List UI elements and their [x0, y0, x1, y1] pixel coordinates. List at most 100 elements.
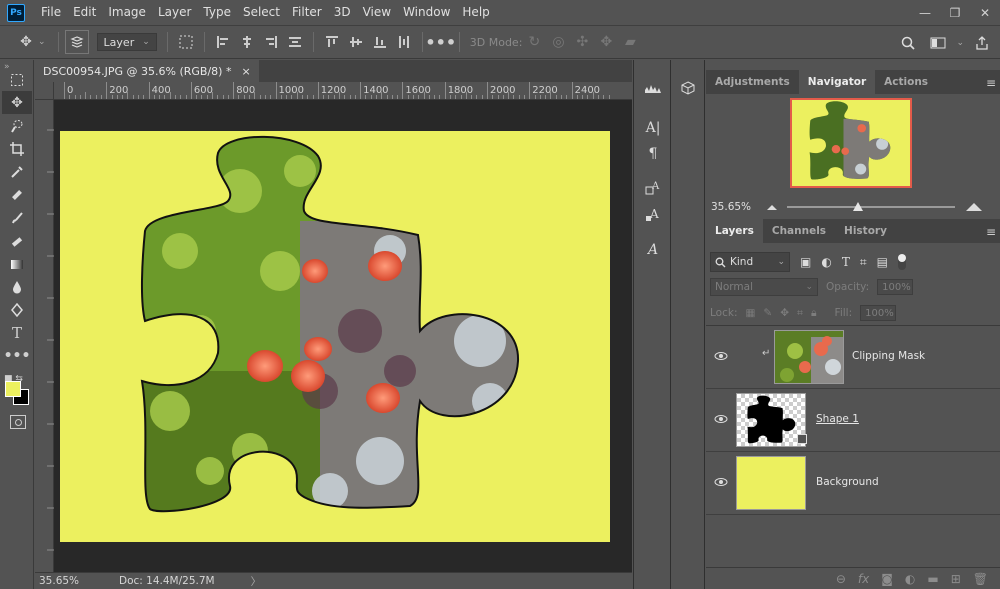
type-tool-icon[interactable]: T: [2, 321, 32, 344]
filter-shape-icon[interactable]: ⌗: [860, 255, 867, 270]
trash-icon[interactable]: 🗑︎: [973, 572, 988, 586]
menu-edit[interactable]: Edit: [67, 0, 102, 25]
search-icon[interactable]: [896, 31, 920, 55]
menu-help[interactable]: Help: [456, 0, 495, 25]
character-icon[interactable]: A|: [639, 118, 667, 138]
tab-actions[interactable]: Actions: [875, 70, 937, 94]
menu-window[interactable]: Window: [397, 0, 456, 25]
opacity-input[interactable]: 100%: [877, 279, 914, 295]
3d-panel-icon[interactable]: [674, 78, 702, 98]
layer-row[interactable]: ↵ Clipping Mask: [706, 326, 1000, 389]
auto-select-target-dropdown[interactable]: Layer ⌄: [96, 33, 157, 51]
vertical-ruler[interactable]: [35, 100, 54, 572]
eye-icon[interactable]: [714, 413, 728, 425]
eye-icon[interactable]: [714, 350, 728, 362]
show-transform-controls-icon[interactable]: [174, 30, 198, 54]
eyedropper-tool-icon[interactable]: [2, 160, 32, 183]
distribute-icon[interactable]: [283, 30, 307, 54]
tab-adjustments[interactable]: Adjustments: [706, 70, 799, 94]
status-menu-arrow[interactable]: 〉: [251, 574, 262, 589]
menu-view[interactable]: View: [357, 0, 397, 25]
layer-name[interactable]: Background: [816, 476, 879, 488]
align-middle-icon[interactable]: [344, 30, 368, 54]
align-top-icon[interactable]: [320, 30, 344, 54]
filter-pixel-icon[interactable]: ▣: [800, 255, 811, 269]
glyphs-icon[interactable]: A: [639, 240, 667, 260]
more-tools-icon[interactable]: •••: [2, 344, 32, 367]
paragraph-icon[interactable]: ¶: [639, 144, 667, 164]
blur-tool-icon[interactable]: [2, 275, 32, 298]
fx-icon[interactable]: fx: [858, 572, 869, 586]
align-bottom-icon[interactable]: [368, 30, 392, 54]
auto-select-icon[interactable]: [64, 30, 89, 54]
filter-adjustment-icon[interactable]: ◐: [821, 255, 831, 269]
pen-tool-icon[interactable]: [2, 298, 32, 321]
mask-icon[interactable]: ◙: [881, 572, 893, 586]
menu-3d[interactable]: 3D: [328, 0, 357, 25]
tab-layers[interactable]: Layers: [706, 219, 763, 243]
navigator-zoom-value[interactable]: 35.65%: [711, 201, 761, 213]
tab-channels[interactable]: Channels: [763, 219, 835, 243]
3d-orbit-icon[interactable]: ↻: [522, 30, 546, 54]
chevron-down-icon[interactable]: ⌄: [38, 37, 46, 47]
menu-type[interactable]: Type: [197, 0, 237, 25]
restore-button[interactable]: ❐: [940, 0, 970, 25]
character-styles-icon[interactable]: A: [639, 178, 667, 198]
ruler-origin[interactable]: [35, 82, 54, 100]
move-tool-preset-icon[interactable]: ✥: [14, 30, 38, 54]
filter-kind-dropdown[interactable]: Kind ⌄: [710, 252, 790, 272]
horizontal-ruler[interactable]: 0 200 400 600 800 1000 1200 1400 1600 1800 2000 220…: [54, 82, 632, 100]
close-button[interactable]: ✕: [970, 0, 1000, 25]
filter-toggle[interactable]: [897, 254, 906, 270]
zoom-slider[interactable]: [787, 202, 955, 212]
3d-roll-icon[interactable]: ◎: [546, 30, 570, 54]
gradient-tool-icon[interactable]: [2, 252, 32, 275]
panel-menu-icon[interactable]: ≡: [986, 76, 996, 90]
menu-select[interactable]: Select: [237, 0, 286, 25]
filter-type-icon[interactable]: T: [842, 255, 850, 269]
filter-smart-object-icon[interactable]: ▤: [877, 255, 888, 269]
lock-artboard-icon[interactable]: ⌗: [797, 307, 803, 320]
marquee-tool-icon[interactable]: [2, 68, 32, 91]
menu-layer[interactable]: Layer: [152, 0, 197, 25]
3d-slide-icon[interactable]: ✥: [594, 30, 618, 54]
menu-filter[interactable]: Filter: [286, 0, 328, 25]
more-options-icon[interactable]: •••: [425, 30, 456, 54]
layer-row[interactable]: Shape 1: [706, 389, 1000, 452]
document-canvas[interactable]: [60, 131, 610, 542]
eraser-tool-icon[interactable]: [2, 229, 32, 252]
workspace-icon[interactable]: [926, 31, 950, 55]
align-right-icon[interactable]: [259, 30, 283, 54]
layer-name[interactable]: Clipping Mask: [852, 350, 925, 362]
status-zoom[interactable]: 35.65%: [39, 575, 109, 587]
move-tool-icon[interactable]: ✥: [2, 91, 32, 114]
share-icon[interactable]: [970, 31, 994, 55]
tab-navigator[interactable]: Navigator: [798, 70, 876, 94]
quick-selection-tool-icon[interactable]: [2, 114, 32, 137]
quick-mask-icon[interactable]: [10, 415, 26, 429]
layer-row[interactable]: Background: [706, 452, 1000, 515]
zoom-slider-thumb[interactable]: [853, 202, 863, 211]
document-tab[interactable]: DSC00954.JPG @ 35.6% (RGB/8) * ×: [35, 60, 259, 82]
align-center-icon[interactable]: [235, 30, 259, 54]
menu-file[interactable]: File: [35, 0, 67, 25]
lock-brush-icon[interactable]: ✎: [763, 307, 772, 319]
layer-name[interactable]: Shape 1: [816, 413, 859, 425]
histogram-icon[interactable]: [639, 78, 667, 98]
folder-icon[interactable]: ▬: [927, 572, 938, 586]
lock-position-icon[interactable]: ✥: [780, 307, 789, 319]
link-icon[interactable]: ⊖: [836, 572, 846, 586]
eye-icon[interactable]: [714, 476, 728, 488]
navigator-thumbnail[interactable]: [790, 98, 912, 188]
crop-tool-icon[interactable]: [2, 137, 32, 160]
zoom-in-icon[interactable]: [965, 201, 983, 213]
distribute-vertical-icon[interactable]: [392, 30, 416, 54]
close-tab-icon[interactable]: ×: [241, 65, 250, 78]
align-left-icon[interactable]: [211, 30, 235, 54]
new-layer-icon[interactable]: ⊞: [951, 572, 961, 586]
chevron-down-icon[interactable]: ⌄: [956, 31, 964, 55]
fill-input[interactable]: 100%: [860, 305, 897, 321]
zoom-out-icon[interactable]: [765, 202, 779, 212]
tab-history[interactable]: History: [835, 219, 896, 243]
3d-drag-icon[interactable]: ✣: [570, 30, 594, 54]
